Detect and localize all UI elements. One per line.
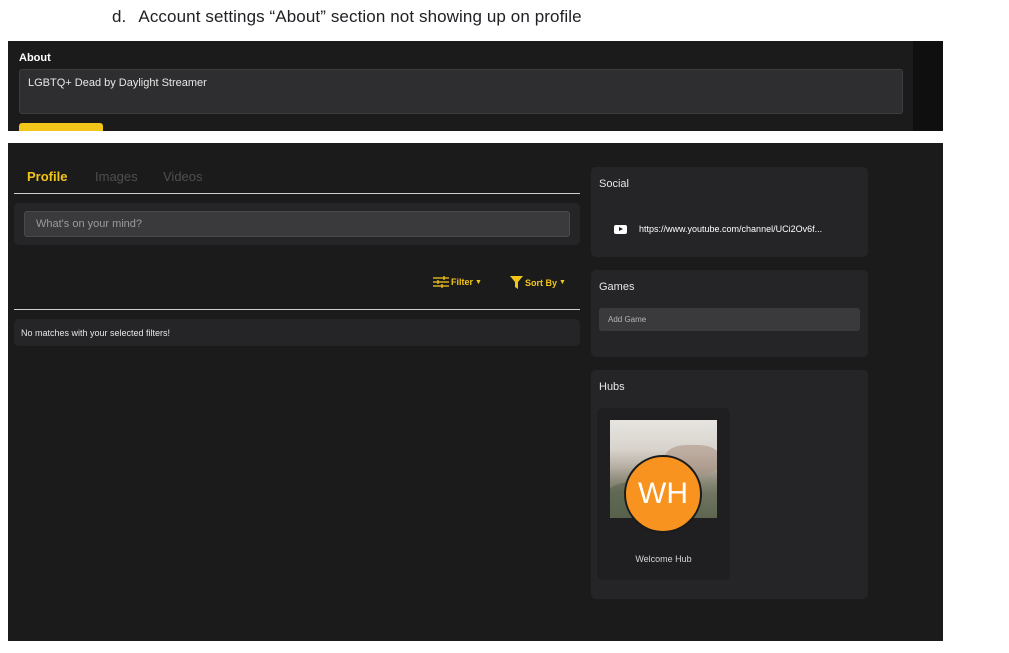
social-card: Social https://www.youtube.com/channel/U… [591,167,868,257]
hubs-card: Hubs WH Welcome Hub [591,370,868,599]
post-composer [14,203,580,245]
chevron-down-icon: ▼ [475,278,482,286]
caption-number: d. [112,7,127,26]
filter-button[interactable]: Filter ▼ [433,276,482,288]
about-textarea[interactable]: LGBTQ+ Dead by Daylight Streamer [19,69,903,114]
hub-item-welcome-hub[interactable]: WH Welcome Hub [597,408,730,580]
youtube-link[interactable]: https://www.youtube.com/channel/UCi2Ov6f… [614,224,822,234]
save-button[interactable] [19,123,103,131]
filter-label: Filter [451,277,474,287]
sort-label: Sort By [525,277,558,288]
panel-edge [913,41,943,131]
tab-profile[interactable]: Profile [27,169,67,184]
tab-images[interactable]: Images [95,169,138,184]
screenshot-caption: d. Account settings “About” section not s… [112,7,582,27]
about-label: About [19,52,51,64]
filter-divider [14,309,580,310]
about-settings-panel: About LGBTQ+ Dead by Daylight Streamer [8,41,943,131]
youtube-icon [614,224,627,234]
sort-button[interactable]: Sort By ▼ [510,276,566,289]
games-card: Games Add Game [591,270,868,357]
funnel-icon [510,276,523,289]
about-text-value: LGBTQ+ Dead by Daylight Streamer [28,77,207,89]
hub-name: Welcome Hub [635,554,692,564]
youtube-link-text: https://www.youtube.com/channel/UCi2Ov6f… [639,224,823,234]
post-input[interactable] [24,211,570,237]
chevron-down-icon: ▼ [559,279,566,286]
tab-videos[interactable]: Videos [163,169,203,184]
empty-feed-card: No matches with your selected filters! [14,319,580,346]
profile-page: Profile Images Videos Filter ▼ Sort By ▼… [8,143,943,641]
filter-sliders-icon [433,276,449,288]
games-title: Games [599,281,635,293]
tabs-divider [14,193,580,194]
social-title: Social [599,178,629,190]
hub-avatar: WH [624,455,702,533]
add-game-input[interactable]: Add Game [599,308,860,331]
empty-feed-message: No matches with your selected filters! [21,328,171,338]
hubs-title: Hubs [599,381,625,393]
caption-text: Account settings “About” section not sho… [138,7,582,26]
